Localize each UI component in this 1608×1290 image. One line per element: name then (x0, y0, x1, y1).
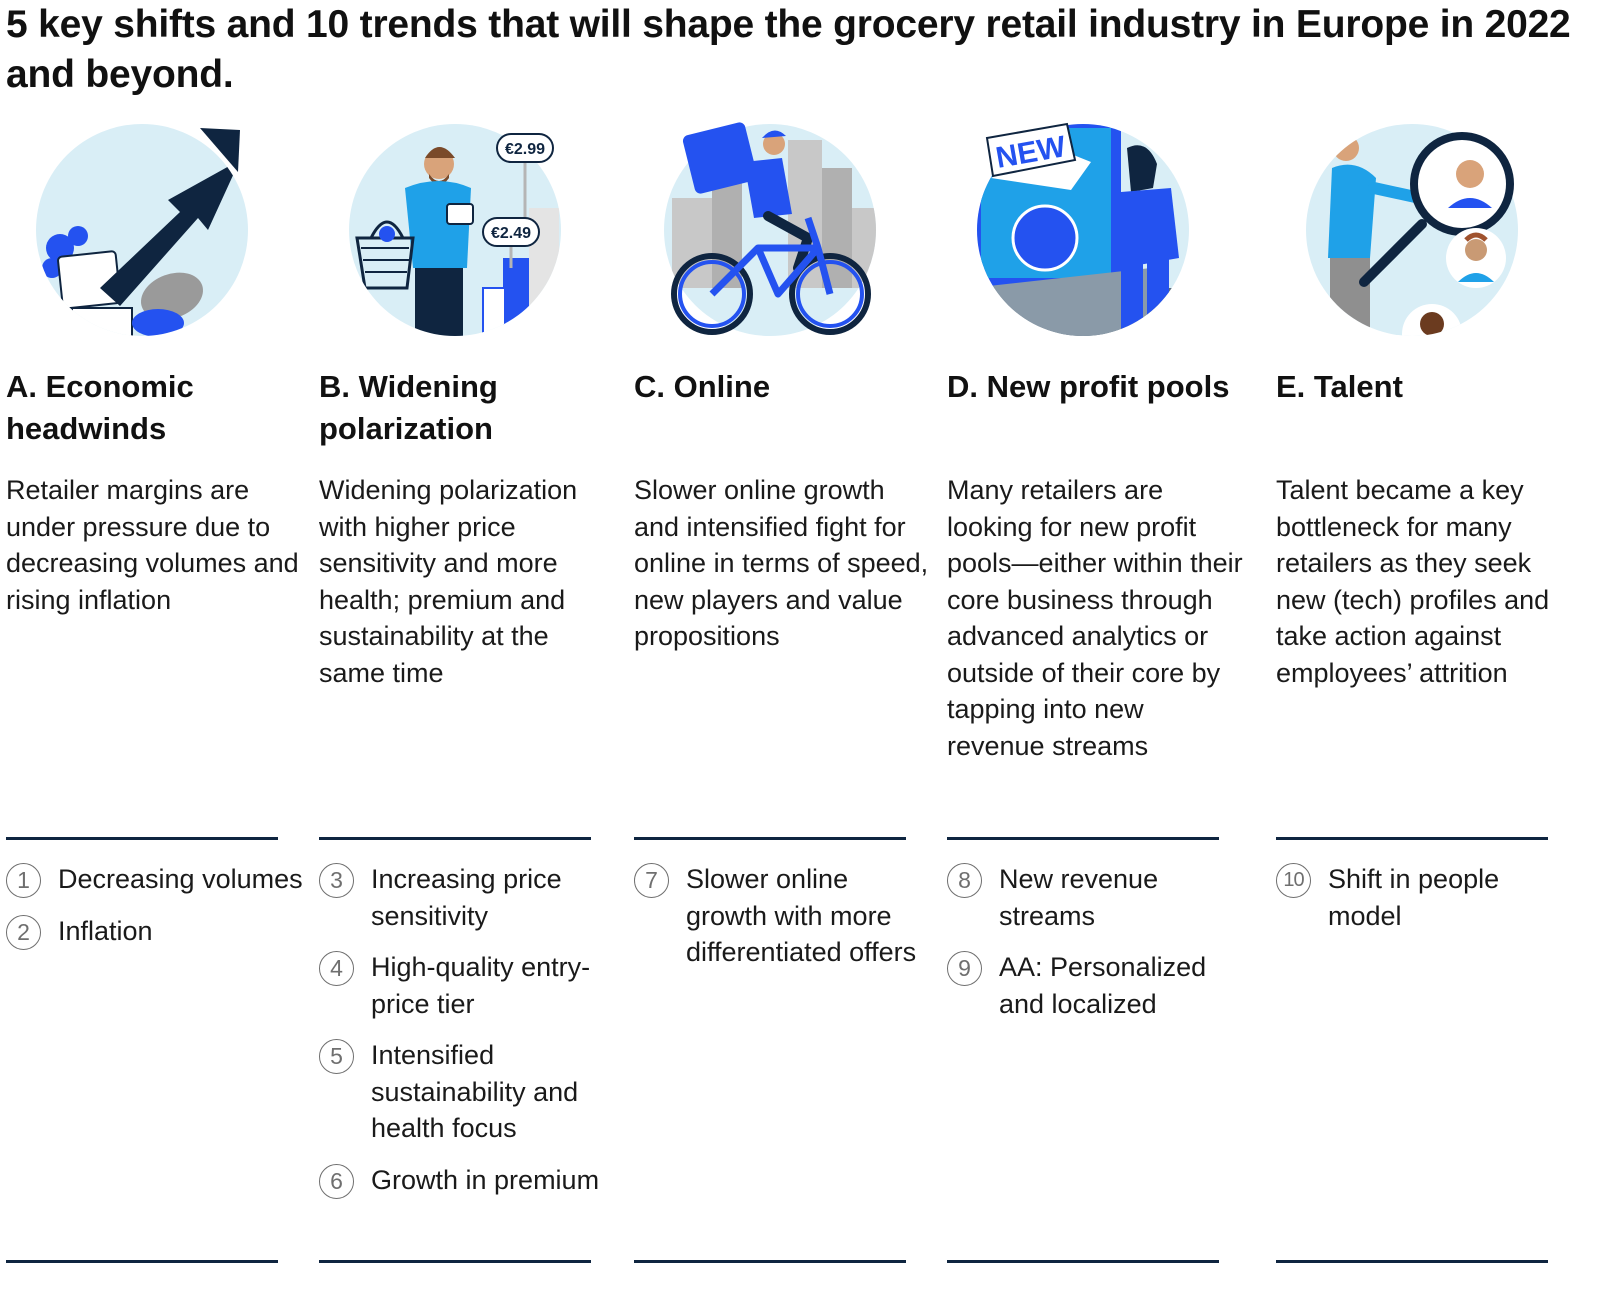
rising-arrow-groceries-icon (30, 118, 254, 342)
shift-column-a: A. Economic headwinds Retailer margins a… (6, 0, 306, 1290)
price-tag-label: €2.49 (491, 225, 531, 242)
divider (6, 837, 278, 840)
trend-item: 5 Intensified sustainability and health … (319, 1037, 619, 1147)
divider (1276, 1260, 1548, 1263)
trend-item: 10 Shift in people model (1276, 861, 1576, 934)
trend-item: 2 Inflation (6, 913, 306, 950)
trend-label: Increasing price sensitivity (371, 864, 562, 931)
trend-label: Slower online growth with more different… (686, 864, 917, 967)
trend-label: High-quality entry-price tier (371, 952, 591, 1019)
trend-number-badge: 10 (1276, 863, 1311, 898)
trend-list: 1 Decreasing volumes 2 Inflation (6, 861, 306, 965)
trend-item: 4 High-quality entry-price tier (319, 949, 619, 1022)
divider (947, 1260, 1219, 1263)
trend-item: 7 Slower online growth with more differe… (634, 861, 934, 971)
divider (947, 837, 1219, 840)
divider (319, 1260, 591, 1263)
trend-label: Inflation (58, 916, 153, 946)
divider (319, 837, 591, 840)
shift-description: Retailer margins are under pressure due … (6, 475, 299, 615)
shift-heading: C. Online (634, 369, 771, 404)
trend-item: 9 AA: Personalized and localized (947, 949, 1247, 1022)
shopper-price-tags-icon: €2.99 €2.49 (343, 118, 567, 342)
shift-description: Slower online growth and intensified fig… (634, 475, 929, 651)
trend-item: 3 Increasing price sensitivity (319, 861, 619, 934)
divider (1276, 837, 1548, 840)
trend-label: New revenue streams (999, 864, 1159, 931)
divider (634, 1260, 906, 1263)
trend-list: 8 New revenue streams 9 AA: Personalized… (947, 861, 1247, 1037)
trend-list: 3 Increasing price sensitivity 4 High-qu… (319, 861, 619, 1214)
trend-number-badge: 9 (947, 951, 982, 986)
trend-list: 7 Slower online growth with more differe… (634, 861, 934, 986)
trend-label: Decreasing volumes (58, 864, 303, 894)
shift-heading: A. Economic headwinds (6, 369, 194, 446)
price-tag-label: €2.99 (505, 141, 545, 158)
trend-label: Growth in premium (371, 1164, 600, 1195)
trend-list: 10 Shift in people model (1276, 861, 1576, 949)
shift-heading: E. Talent (1276, 369, 1403, 404)
shift-column-e: E. Talent Talent became a key bottleneck… (1276, 0, 1576, 1290)
trend-number-badge: 2 (6, 915, 41, 950)
shift-description: Widening polarization with higher price … (319, 475, 578, 688)
shift-heading: B. Widening polarization (319, 369, 498, 446)
trend-number-badge: 5 (319, 1039, 354, 1074)
divider (634, 837, 906, 840)
trend-label: Intensified sustainability and health fo… (371, 1040, 579, 1143)
trend-item: 6 Growth in premium (319, 1162, 619, 1199)
new-revenue-screen-icon: NEW (971, 118, 1195, 342)
shift-column-d: NEW D. New profit pools Many retailers a… (947, 0, 1247, 1290)
shift-description: Talent became a key bottleneck for many … (1276, 475, 1550, 688)
trend-number-badge: 6 (319, 1163, 354, 1199)
shift-description: Many retailers are looking for new profi… (947, 475, 1243, 761)
divider (6, 1260, 278, 1263)
trend-number-badge: 8 (947, 863, 982, 898)
trend-label: Shift in people model (1328, 864, 1500, 931)
trend-number-badge: 1 (6, 863, 41, 898)
trend-number-badge: 3 (319, 863, 354, 898)
trend-item: 8 New revenue streams (947, 861, 1247, 934)
trend-number-badge: 4 (319, 951, 354, 986)
delivery-cyclist-icon (658, 118, 882, 342)
magnifier-talent-icon (1300, 118, 1524, 342)
trend-label: AA: Personalized and localized (999, 952, 1207, 1019)
shift-column-c: C. Online Slower online growth and inten… (634, 0, 934, 1290)
shift-column-b: €2.99 €2.49 B. Widening polarization Wid… (319, 0, 619, 1290)
trend-item: 1 Decreasing volumes (6, 861, 306, 898)
trend-number-badge: 7 (634, 863, 669, 898)
shift-heading: D. New profit pools (947, 369, 1230, 404)
